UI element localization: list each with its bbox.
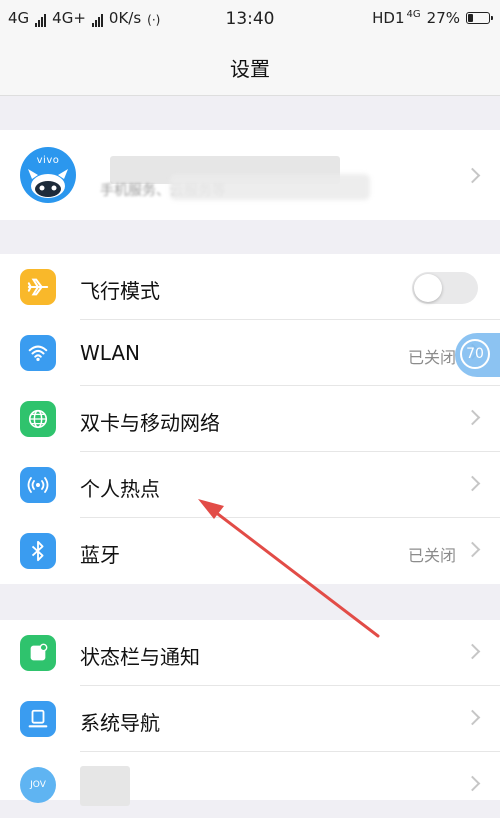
row-label: 个人热点	[80, 477, 160, 501]
row-wlan[interactable]: WLAN 已关闭	[0, 320, 500, 386]
globe-icon	[20, 401, 56, 437]
row-hotspot[interactable]: 个人热点	[0, 452, 500, 518]
hotspot-icon	[20, 467, 56, 503]
row-dual-sim[interactable]: 双卡与移动网络	[0, 386, 500, 452]
avatar: vivo	[20, 147, 76, 203]
row-label: 蓝牙	[80, 543, 120, 567]
wifi-icon	[20, 335, 56, 371]
battery-percent: 27%	[426, 9, 460, 27]
row-label: 系统导航	[80, 711, 160, 735]
notification-icon	[20, 635, 56, 671]
row-label: 飞行模式	[80, 279, 160, 303]
chevron-right-icon	[464, 775, 481, 792]
chevron-right-icon	[464, 475, 481, 492]
hd-label: HD1	[372, 9, 405, 27]
airplane-icon	[20, 269, 56, 305]
chevron-right-icon	[464, 409, 481, 426]
floating-ball[interactable]: 70	[455, 333, 500, 377]
bluetooth-icon	[20, 533, 56, 569]
row-status-bar-notification[interactable]: 状态栏与通知	[0, 620, 500, 686]
battery-icon	[466, 12, 493, 24]
bluetooth-status: 已关闭	[407, 546, 456, 565]
row-airplane-mode[interactable]: 飞行模式	[0, 254, 500, 320]
row-system-navigation[interactable]: 系统导航	[0, 686, 500, 752]
row-label: 状态栏与通知	[80, 645, 200, 669]
page-title: 设置	[230, 57, 270, 81]
brand-label: vivo	[36, 155, 60, 166]
chevron-right-icon	[464, 709, 481, 726]
wlan-status: 已关闭	[407, 348, 456, 367]
mascot-icon	[28, 169, 68, 198]
chevron-right-icon	[464, 643, 481, 660]
row-bluetooth[interactable]: 蓝牙 已关闭	[0, 518, 500, 584]
status-right: HD1 4G 27%	[372, 8, 493, 27]
chevron-right-icon	[464, 167, 481, 184]
account-row[interactable]: vivo 手机服务、云服务等	[0, 130, 500, 220]
jovi-icon: JOV	[20, 767, 56, 803]
system-group: 状态栏与通知 系统导航 JOV	[0, 620, 500, 806]
net-label: 4G	[406, 8, 421, 20]
network-group: 飞行模式 WLAN 已关闭 双卡与移动网络 个人热点 蓝牙 已关闭	[0, 254, 500, 584]
status-bar: 4G 4G+ 0K/s (·) 13:40 HD1 4G 27%	[0, 0, 500, 36]
floating-ball-value: 70	[460, 339, 490, 369]
airplane-toggle[interactable]	[412, 272, 478, 304]
chevron-right-icon	[464, 541, 481, 558]
navigation-icon	[20, 701, 56, 737]
account-redaction	[170, 174, 370, 200]
label-redacted	[80, 766, 130, 806]
title-bar: 设置	[0, 36, 500, 96]
row-label: 双卡与移动网络	[80, 411, 220, 435]
row-jovi[interactable]: JOV	[0, 752, 500, 818]
row-label: WLAN	[80, 341, 141, 365]
